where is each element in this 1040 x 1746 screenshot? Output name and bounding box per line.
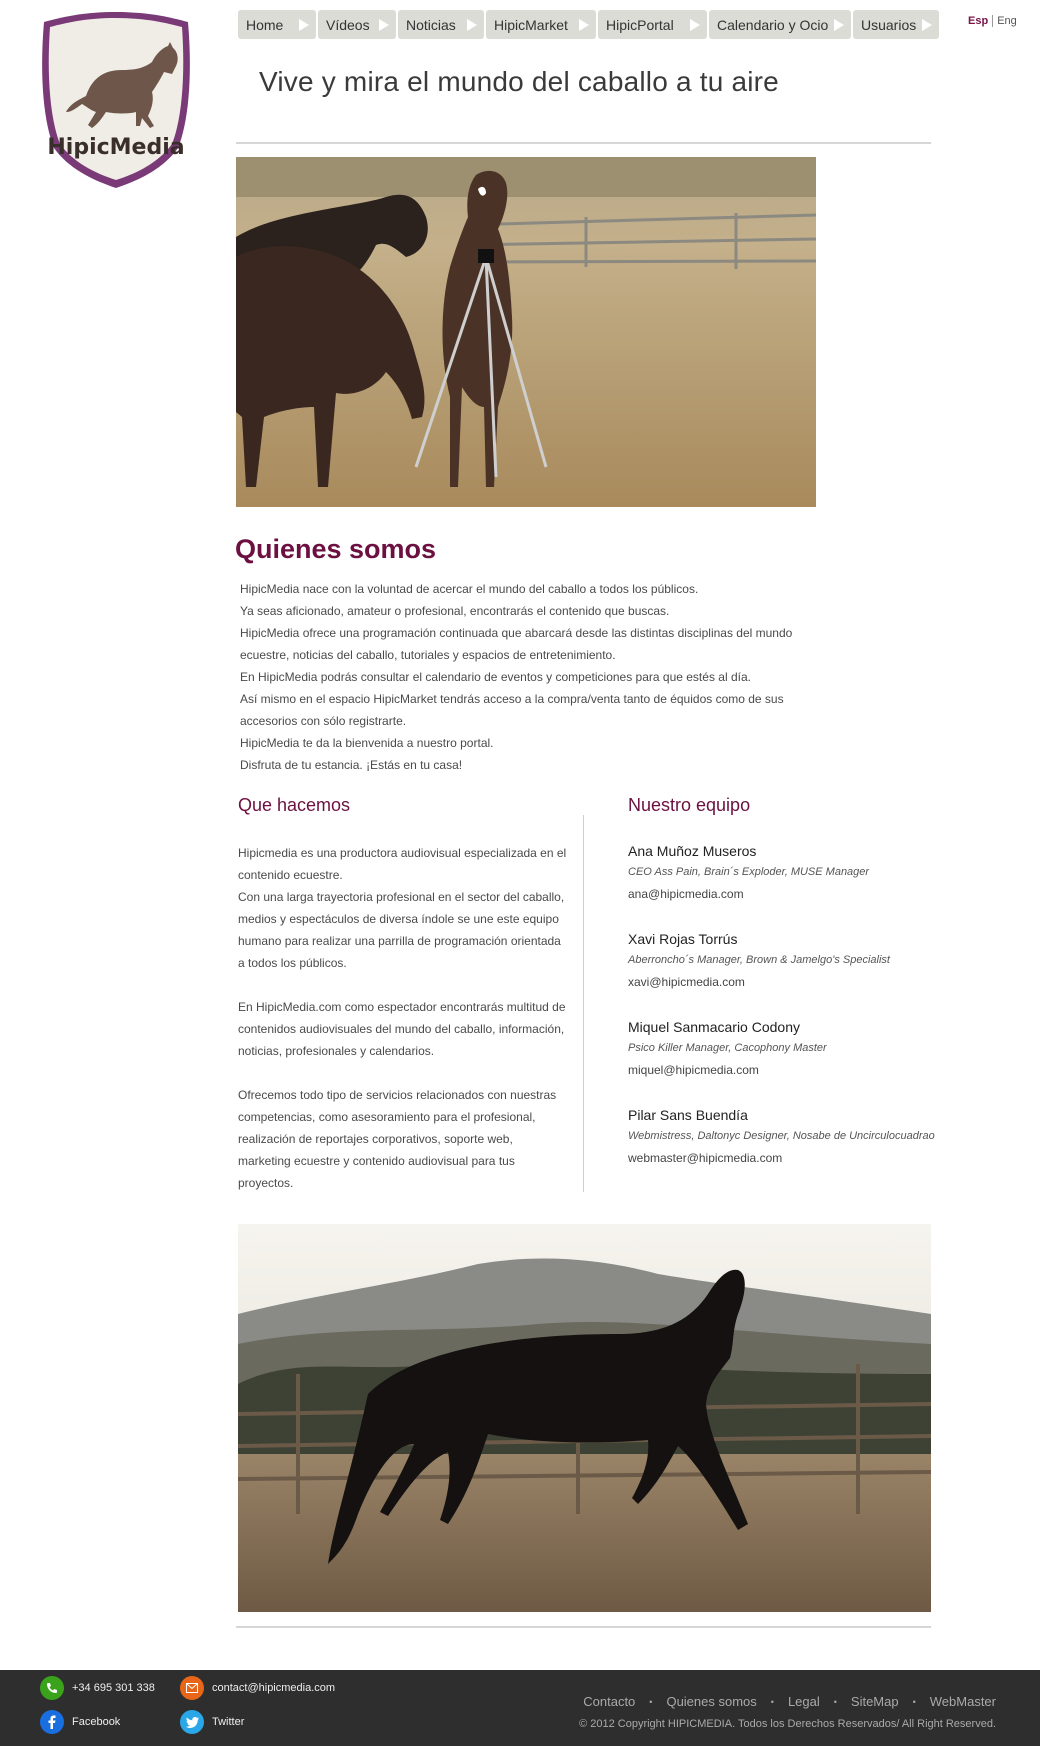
nav-label: HipicPortal: [606, 16, 674, 33]
footer: +34 695 301 338 contact@hipicmedia.com F…: [0, 1670, 1040, 1746]
footer-link-webmaster[interactable]: WebMaster: [930, 1694, 996, 1709]
nav-label: Usuarios: [861, 16, 917, 33]
hacemos-paragraph: Ofrecemos todo tipo de servicios relacio…: [238, 1088, 557, 1190]
quienes-line: Ya seas aficionado, amateur o profesiona…: [240, 604, 670, 618]
triangle-right-icon: [915, 10, 939, 39]
twitter-bird-icon: [180, 1710, 204, 1734]
lang-eng-link[interactable]: Eng: [993, 15, 1017, 27]
lang-esp-link[interactable]: Esp: [968, 15, 994, 27]
member-email-link[interactable]: miquel@hipicmedia.com: [628, 1059, 948, 1081]
nav-videos[interactable]: Vídeos: [318, 10, 396, 39]
member-email-link[interactable]: webmaster@hipicmedia.com: [628, 1147, 948, 1169]
footer-facebook[interactable]: Facebook: [40, 1710, 120, 1734]
separator-dot: •: [770, 1696, 774, 1707]
section-title-equipo: Nuestro equipo: [628, 795, 751, 815]
nav-label: HipicMarket: [494, 16, 568, 33]
separator-dot: •: [912, 1696, 916, 1707]
page-tagline: Vive y mira el mundo del caballo a tu ai…: [259, 66, 779, 97]
member-email-link[interactable]: ana@hipicmedia.com: [628, 883, 948, 905]
quienes-body: HipicMedia nace con la voluntad de acerc…: [240, 578, 840, 776]
footer-phone-text: +34 695 301 338: [72, 1682, 155, 1694]
triangle-right-icon: [460, 10, 484, 39]
main-nav: Home Vídeos Noticias HipicMarket HipicPo…: [238, 10, 939, 39]
member-name: Ana Muñoz Museros: [628, 843, 757, 859]
nav-hipicmarket[interactable]: HipicMarket: [486, 10, 596, 39]
hipicmedia-logo[interactable]: HipicMedia: [36, 8, 196, 188]
member-name: Pilar Sans Buendía: [628, 1107, 748, 1123]
member-name: Xavi Rojas Torrús: [628, 931, 738, 947]
footer-twitter[interactable]: Twitter: [180, 1710, 244, 1734]
triangle-right-icon: [372, 10, 396, 39]
quienes-line: HipicMedia ofrece una programación conti…: [240, 626, 793, 662]
team-member: Pilar Sans Buendía Webmistress, Daltonyc…: [628, 1105, 948, 1169]
separator-dot: •: [833, 1696, 837, 1707]
nav-calendario-ocio[interactable]: Calendario y Ocio: [709, 10, 851, 39]
team-member: Xavi Rojas Torrús Aberroncho´s Manager, …: [628, 929, 948, 993]
footer-phone[interactable]: +34 695 301 338: [40, 1676, 155, 1700]
nav-usuarios[interactable]: Usuarios: [853, 10, 939, 39]
triangle-right-icon: [292, 10, 316, 39]
team-member: Miquel Sanmacario Codony Psico Killer Ma…: [628, 1017, 948, 1081]
copyright-text: © 2012 Copyright HIPICMEDIA. Todos los D…: [579, 1718, 996, 1730]
triangle-right-icon: [683, 10, 707, 39]
facebook-icon: [40, 1710, 64, 1734]
footer-links: Contacto • Quienes somos • Legal • SiteM…: [583, 1694, 996, 1709]
footer-link-contacto[interactable]: Contacto: [583, 1694, 635, 1709]
divider: [236, 1626, 931, 1628]
member-role: CEO Ass Pain, Brain´s Exploder, MUSE Man…: [628, 866, 870, 878]
quienes-line: En HipicMedia podrás consultar el calend…: [240, 670, 751, 684]
quienes-line: Así mismo en el espacio HipicMarket tend…: [240, 692, 784, 728]
section-title-quienes: Quienes somos: [235, 534, 437, 564]
member-email-link[interactable]: xavi@hipicmedia.com: [628, 971, 948, 993]
hacemos-body: Hipicmedia es una productora audiovisual…: [238, 842, 568, 1216]
nav-home[interactable]: Home: [238, 10, 316, 39]
nav-label: Noticias: [406, 16, 456, 33]
footer-link-legal[interactable]: Legal: [788, 1694, 820, 1709]
hacemos-paragraph: En HipicMedia.com como espectador encont…: [238, 1000, 566, 1058]
triangle-right-icon: [827, 10, 851, 39]
footer-facebook-text: Facebook: [72, 1716, 121, 1728]
black-horse-photo: [238, 1224, 931, 1612]
member-role: Aberroncho´s Manager, Brown & Jamelgo's …: [628, 954, 890, 966]
quienes-line: Disfruta de tu estancia. ¡Estás en tu ca…: [240, 758, 463, 772]
envelope-icon: [180, 1676, 204, 1700]
triangle-right-icon: [572, 10, 596, 39]
phone-icon: [40, 1676, 64, 1700]
nav-noticias[interactable]: Noticias: [398, 10, 484, 39]
member-role: Psico Killer Manager, Cacophony Master: [628, 1042, 827, 1054]
nav-label: Vídeos: [326, 16, 370, 33]
divider: [236, 142, 931, 144]
nav-label: Home: [246, 16, 284, 33]
quienes-line: HipicMedia nace con la voluntad de acerc…: [240, 582, 699, 596]
team-member: Ana Muñoz Museros CEO Ass Pain, Brain´s …: [628, 841, 948, 905]
footer-link-quienes-somos[interactable]: Quienes somos: [666, 1694, 756, 1709]
footer-email[interactable]: contact@hipicmedia.com: [180, 1676, 335, 1700]
column-divider: [583, 815, 584, 1192]
nav-hipicportal[interactable]: HipicPortal: [598, 10, 707, 39]
footer-email-text: contact@hipicmedia.com: [212, 1682, 336, 1694]
nav-label: Calendario y Ocio: [717, 16, 829, 33]
separator-dot: •: [649, 1696, 653, 1707]
hacemos-paragraph: Hipicmedia es una productora audiovisual…: [238, 846, 567, 970]
quienes-line: HipicMedia te da la bienvenida a nuestro…: [240, 736, 494, 750]
logo-text: HipicMedia: [47, 135, 184, 160]
footer-twitter-text: Twitter: [212, 1716, 245, 1728]
language-switcher: Esp Eng: [968, 15, 1017, 27]
member-name: Miquel Sanmacario Codony: [628, 1019, 800, 1035]
footer-link-sitemap[interactable]: SiteMap: [851, 1694, 899, 1709]
horses-tripod-photo: [236, 157, 816, 507]
section-title-hacemos: Que hacemos: [238, 795, 351, 815]
member-role: Webmistress, Daltonyc Designer, Nosabe d…: [628, 1130, 935, 1142]
